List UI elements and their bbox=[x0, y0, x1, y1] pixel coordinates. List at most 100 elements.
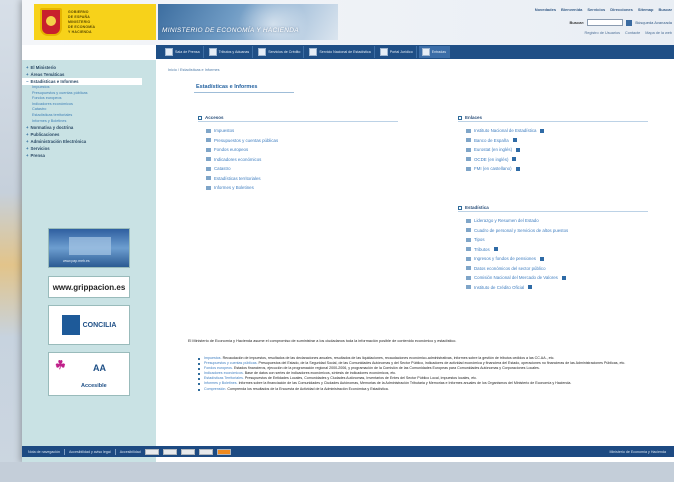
sidebar-item-areas[interactable]: + Áreas Temáticas bbox=[22, 71, 156, 78]
wai-badge-icon[interactable] bbox=[162, 448, 177, 455]
sidebar-item-ministerio[interactable]: + El Ministerio bbox=[22, 64, 156, 71]
estadistica-link[interactable]: Datos económicos del sector público bbox=[458, 264, 648, 274]
rss-badge-icon[interactable] bbox=[216, 448, 231, 455]
sidebar-item-prensa[interactable]: + Prensa bbox=[22, 152, 156, 159]
entry-icon bbox=[421, 48, 430, 56]
enlaces-link[interactable]: Banco de España bbox=[458, 136, 648, 146]
top-link-novedades[interactable]: Novedades bbox=[535, 7, 556, 12]
bullet-link[interactable]: Presupuestos y cuentas públicas. bbox=[204, 361, 258, 365]
banner-accesible[interactable]: ☘ AA Accesible bbox=[48, 352, 130, 396]
search-button[interactable] bbox=[626, 19, 633, 26]
banner-aa-sub: Accesible bbox=[81, 383, 107, 389]
footer-link-aviso-legal[interactable]: Accesibilidad y aviso legal bbox=[69, 450, 111, 454]
sub-links: Registro de Usuarios Contacte Mapa de la… bbox=[492, 31, 672, 35]
sidebar-item-normativa[interactable]: + Normativa y doctrina bbox=[22, 124, 156, 131]
nav-item-prensa[interactable]: Sala de Prensa bbox=[162, 46, 204, 58]
nav-item-credito[interactable]: Servicios de Crédito bbox=[255, 46, 305, 58]
enlaces-link[interactable]: Eurostat (en inglés) bbox=[458, 145, 648, 155]
external-link-icon bbox=[528, 285, 533, 290]
banner-concilia[interactable]: CONCILIA bbox=[48, 305, 130, 345]
banner-grippacion[interactable]: www.grippacion.es bbox=[48, 276, 130, 298]
top-link-direcciones[interactable]: Direcciones bbox=[610, 7, 633, 12]
bullet-link[interactable]: Comprensión. bbox=[204, 387, 226, 391]
estadistica-link[interactable]: Tributos bbox=[458, 245, 648, 255]
sidebar-item-publicaciones[interactable]: + Publicaciones bbox=[22, 131, 156, 138]
folder-icon bbox=[206, 138, 211, 143]
plus-icon: + bbox=[26, 139, 29, 145]
page: GOBIERNO DE ESPAÑA MINISTERIO DE ECONOMÍ… bbox=[22, 0, 674, 462]
breadcrumb[interactable]: Inicio / Estadísticas e Informes bbox=[168, 68, 220, 72]
external-link-icon bbox=[512, 157, 517, 162]
top-link-sitemap[interactable]: Sitemap bbox=[638, 7, 654, 12]
accesos-link[interactable]: Catastro bbox=[198, 164, 398, 174]
footer-link-navegacion[interactable]: Nota de navegación bbox=[28, 450, 60, 454]
accesos-link[interactable]: Impuestos bbox=[198, 126, 398, 136]
banner-aa-text: AA bbox=[93, 363, 106, 373]
bullet-link[interactable]: Estadísticas Territoriales. bbox=[204, 376, 244, 380]
accesos-link[interactable]: Estadísticas territoriales bbox=[198, 174, 398, 184]
accesos-link[interactable]: Fondos europeos bbox=[198, 145, 398, 155]
banner-igae-graphic bbox=[69, 237, 111, 255]
enlaces-box: Enlaces Instituto Nacional de Estadístic… bbox=[458, 114, 648, 174]
press-icon bbox=[165, 48, 173, 56]
banner-igae[interactable]: www.pap.meh.es bbox=[48, 228, 130, 268]
bullet-link[interactable]: Impuestos. bbox=[204, 356, 222, 360]
estadistica-link[interactable]: Cuadro de personal y Servicios de altos … bbox=[458, 226, 648, 236]
link-icon bbox=[466, 157, 471, 162]
external-link-icon bbox=[561, 275, 566, 280]
advanced-search-link[interactable]: Búsqueda Avanzada bbox=[635, 20, 672, 25]
sub-link-contacte[interactable]: Contacte bbox=[625, 31, 640, 35]
sub-link-registro[interactable]: Registro de Usuarios bbox=[585, 31, 620, 35]
bullet-link[interactable]: Indicadores económicos. bbox=[204, 371, 244, 375]
bullet-link[interactable]: Informes y Boletines. bbox=[204, 381, 238, 385]
banner-igae-caption: www.pap.meh.es bbox=[63, 259, 90, 263]
top-link-bienvenida[interactable]: Bienvenida bbox=[561, 7, 582, 12]
accessibility-logo-icon: ☘ bbox=[55, 358, 66, 372]
intro-paragraph: El Ministerio de Economía y Hacienda asu… bbox=[188, 339, 457, 343]
estadistica-link[interactable]: Tipos bbox=[458, 235, 648, 245]
plus-icon: + bbox=[26, 153, 29, 159]
enlaces-link[interactable]: OCDE (en inglés) bbox=[458, 155, 648, 165]
bullet-link[interactable]: Fondos europeos. bbox=[204, 366, 233, 370]
accesos-link[interactable]: Indicadores económicos bbox=[198, 155, 398, 165]
estadistica-link[interactable]: Comisión Nacional del Mercado de Valores bbox=[458, 273, 648, 283]
link-icon bbox=[466, 128, 471, 133]
estadistica-link[interactable]: Liderazgo y Resumen del Estado bbox=[458, 216, 648, 226]
accesos-link[interactable]: Presupuestos y cuentas públicas bbox=[198, 136, 398, 146]
main-nav: Sala de Prensa Tributos y Aduanas Servic… bbox=[156, 45, 674, 59]
estadistica-link[interactable]: Instituto de Crédito Oficial bbox=[458, 283, 648, 293]
nav-item-tributos[interactable]: Tributos y Aduanas bbox=[206, 46, 254, 58]
nav-item-entradas[interactable]: Entradas bbox=[418, 46, 451, 58]
accesos-link[interactable]: Informes y Boletines bbox=[198, 183, 398, 193]
enlaces-link[interactable]: Instituto Nacional de Estadística bbox=[458, 126, 648, 136]
estadistica-link[interactable]: Ingresos y fondos de pensiones bbox=[458, 254, 648, 264]
plus-icon: + bbox=[26, 125, 29, 131]
w3c-badge-icon[interactable] bbox=[144, 448, 159, 455]
css-badge-icon[interactable] bbox=[198, 448, 213, 455]
sub-link-mapa[interactable]: Mapa de la web bbox=[645, 31, 672, 35]
top-link-servicios[interactable]: Servicios bbox=[587, 7, 605, 12]
sidebar-item-servicios[interactable]: + Servicios bbox=[22, 145, 156, 152]
search-input[interactable] bbox=[587, 19, 624, 26]
xhtml-badge-icon[interactable] bbox=[180, 448, 195, 455]
concilia-logo-icon bbox=[61, 315, 80, 335]
government-text: GOBIERNO DE ESPAÑA MINISTERIO DE ECONOMÍ… bbox=[68, 10, 96, 34]
sidebar-item-administracion[interactable]: + Administración Electrónica bbox=[22, 138, 156, 145]
header-banner bbox=[158, 4, 338, 40]
folder-icon bbox=[206, 185, 211, 190]
footer-separator bbox=[114, 448, 116, 455]
sidebar-item-estadisticas[interactable]: − Estadísticas e Informes bbox=[22, 78, 142, 85]
estadistica-heading: Estadística bbox=[458, 204, 648, 212]
topic-bullet-list: Impuestos. Recaudación de impuestos, res… bbox=[198, 356, 672, 392]
nav-item-estadistica[interactable]: Servicio Nacional de Estadística bbox=[306, 46, 375, 58]
footer-link-accesibilidad[interactable]: Accesibilidad bbox=[120, 450, 141, 454]
accesos-box: Accesos Impuestos Presupuestos y cuentas… bbox=[198, 114, 398, 193]
plus-icon: + bbox=[26, 65, 29, 70]
document-icon bbox=[466, 256, 471, 261]
plus-icon: + bbox=[26, 132, 29, 138]
link-icon bbox=[466, 166, 471, 171]
enlaces-link[interactable]: FMI (en castellano) bbox=[458, 164, 648, 174]
government-logo[interactable]: GOBIERNO DE ESPAÑA MINISTERIO DE ECONOMÍ… bbox=[34, 4, 156, 40]
top-link-buscar[interactable]: Buscar bbox=[658, 7, 672, 12]
nav-item-juridico[interactable]: Portal Jurídico bbox=[377, 46, 417, 58]
